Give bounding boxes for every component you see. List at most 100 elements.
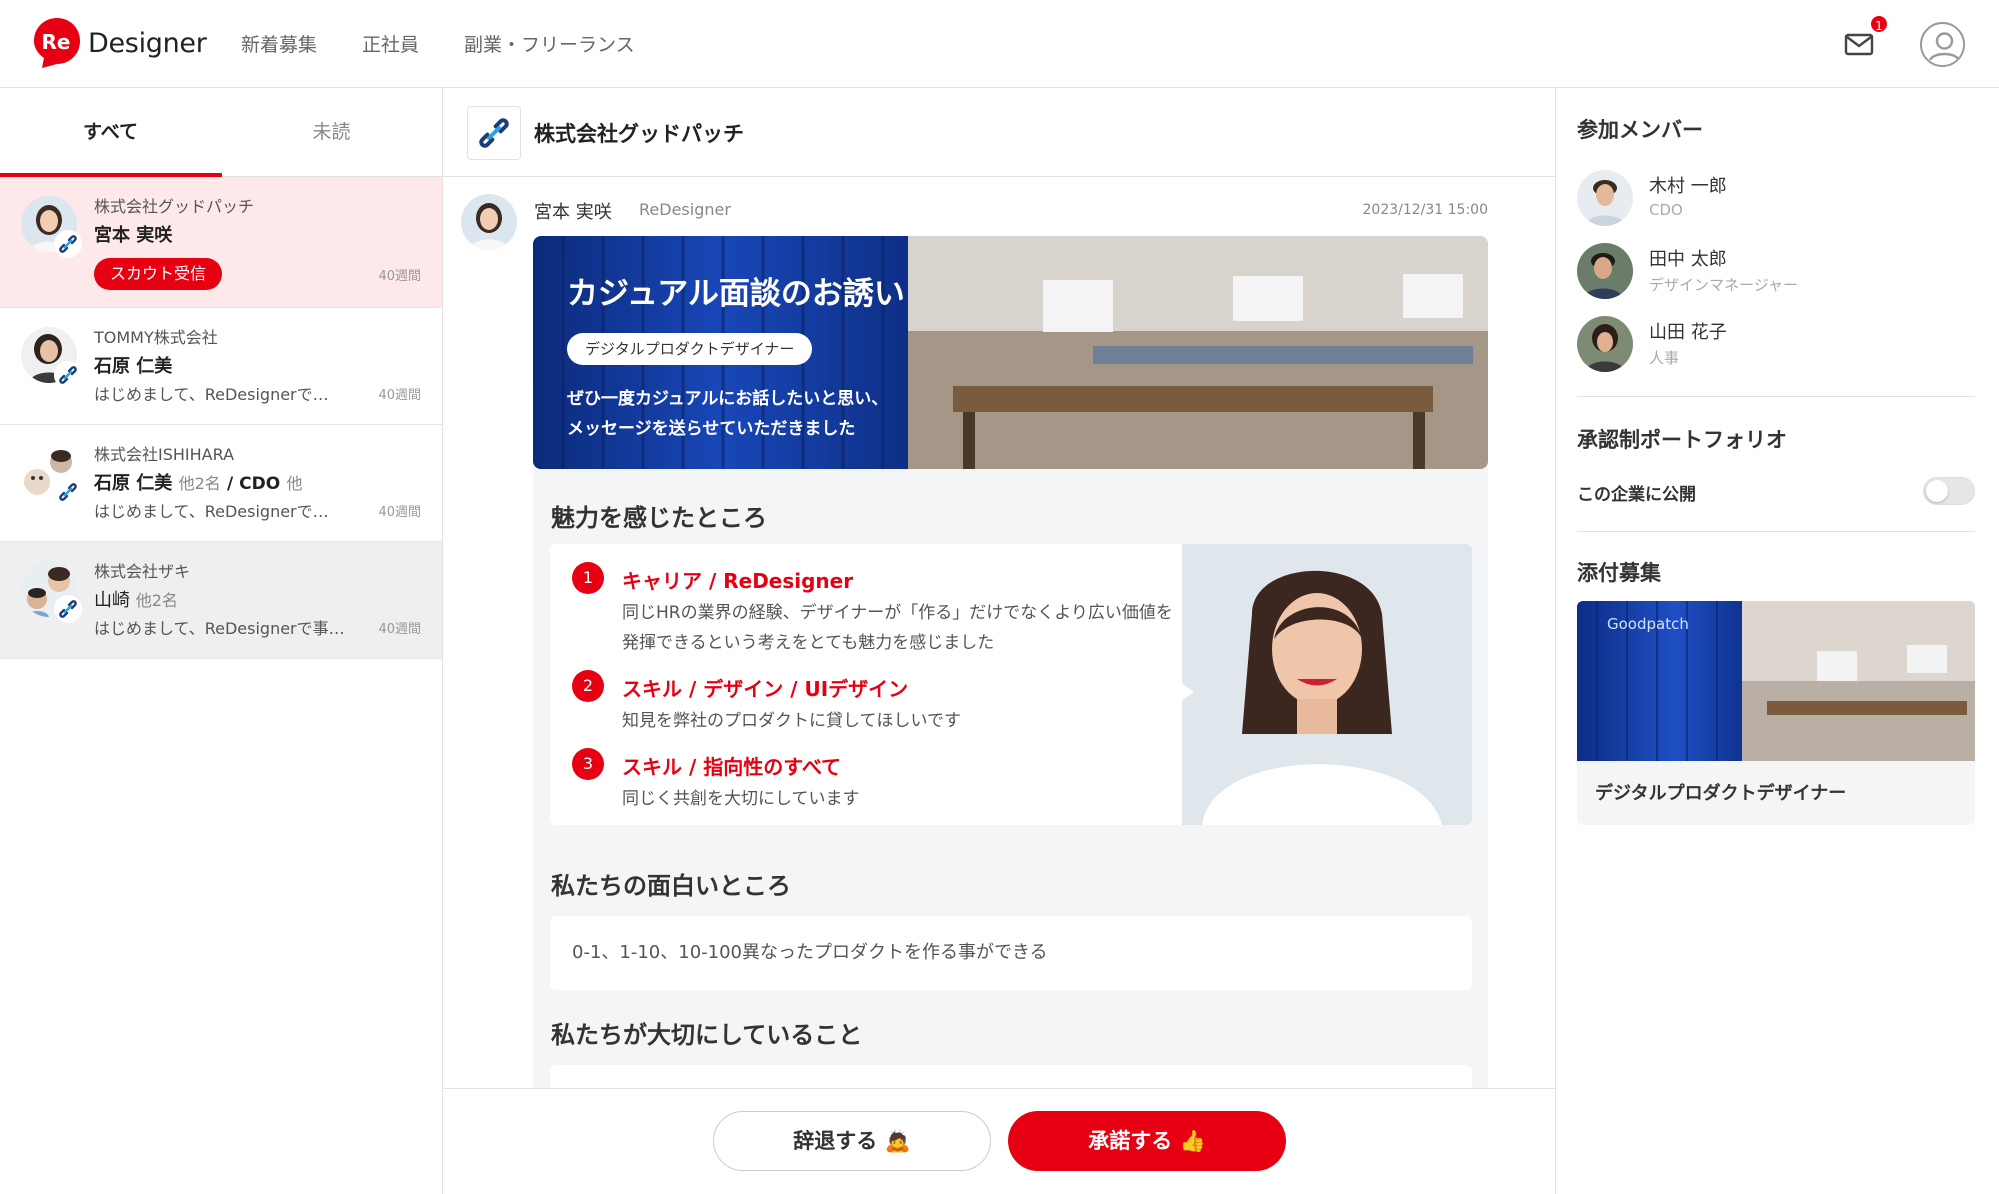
nav-new-postings[interactable]: 新着募集 (241, 30, 317, 57)
logo-text: Designer (88, 27, 207, 59)
company-logo-icon (54, 595, 82, 623)
avatar (1577, 243, 1633, 299)
conversation-sender: 山崎 他2名 (94, 586, 178, 612)
appeal-number: 1 (572, 562, 604, 594)
appeal-description: 同じく共創を大切にしています (622, 789, 860, 809)
mail-icon[interactable] (1843, 29, 1877, 57)
decline-button[interactable]: 辞退する 🙇 (713, 1111, 991, 1171)
member-name: 山田 花子 (1649, 322, 1727, 343)
member-role: CDO (1649, 201, 1683, 219)
avatar (1577, 170, 1633, 226)
office-sign: Goodpatch (1607, 615, 1689, 633)
message-timestamp: 2023/12/31 15:00 (1362, 202, 1489, 218)
pointer-arrow (1180, 682, 1194, 702)
nav-freelance[interactable]: 副業・フリーランス (464, 30, 635, 57)
toggle-knob (1926, 480, 1948, 502)
user-avatar-icon[interactable] (1920, 22, 1965, 67)
conversation-time: 40週間 (378, 388, 421, 403)
conversation-company: TOMMY株式会社 (94, 328, 218, 347)
conversation-item[interactable]: 株式会社グッドパッチ 宮本 実咲 スカウト受信 40週間 (0, 177, 442, 308)
sender-name: 石原 仁美 (94, 473, 173, 494)
notification-badge: 1 (1869, 14, 1889, 34)
portfolio-public-toggle[interactable] (1923, 477, 1975, 505)
company-logo-icon (467, 106, 521, 160)
fun-heading: 私たちの面白いところ (551, 872, 791, 900)
member-name: 木村 一郎 (1649, 176, 1727, 197)
sender-portrait-photo (1182, 544, 1472, 825)
appeal-number: 2 (572, 670, 604, 702)
conversation-preview: はじめまして、ReDesignerで… (94, 502, 329, 521)
conversation-preview: はじめまして、ReDesignerで事… (94, 619, 345, 638)
conversation-sender: 石原 仁美 (94, 356, 173, 377)
company-logo-icon (54, 478, 82, 506)
portfolio-heading: 承認制ポートフォリオ (1577, 428, 1787, 452)
response-bar: 辞退する 🙇 承諾する 👍 (443, 1088, 1555, 1194)
divider (1577, 531, 1975, 532)
attachment-heading: 添付募集 (1577, 561, 1661, 585)
scout-received-badge: スカウト受信 (94, 258, 223, 290)
sender-avatar (461, 194, 517, 250)
banner-message-line: メッセージを送らせていただきました (567, 419, 856, 439)
thread-company-title: 株式会社グッドパッチ (534, 122, 744, 146)
conversation-time: 40週間 (378, 622, 421, 637)
conversation-time: 40週間 (378, 505, 421, 520)
member-role: デザインマネージャー (1649, 276, 1798, 294)
appeal-heading: 魅力を感じたところ (551, 504, 767, 532)
conversation-item[interactable]: 株式会社ISHIHARA 石原 仁美 他2名 / CDO 他 はじめまして、Re… (0, 425, 442, 542)
appeal-description: 同じHRの業界の経験、デザイナーが「作る」だけでなくより広い価値を発揮できるとい… (622, 603, 1173, 653)
conversation-time: 40週間 (378, 269, 421, 284)
tab-unread[interactable]: 未読 (221, 88, 442, 176)
logo-mark-icon: Re (32, 16, 82, 70)
appeal-title: スキル / 指向性のすべて (622, 755, 842, 779)
sender-role: / CDO (227, 474, 281, 494)
logo-mark-text: Re (42, 30, 71, 54)
company-logo-icon (54, 230, 82, 258)
appeal-number: 3 (572, 748, 604, 780)
portfolio-toggle-label: この企業に公開 (1577, 485, 1696, 505)
scout-message-card: カジュアル面談のお誘い デジタルプロダクトデザイナー ぜひ一度カジュアルにお話し… (533, 236, 1488, 1176)
appeal-box: 1 キャリア / ReDesigner 同じHRの業界の経験、デザイナーが「作る… (550, 544, 1472, 825)
divider (1577, 396, 1975, 397)
attached-posting-card[interactable]: Goodpatch デジタルプロダクトデザイナー (1577, 601, 1975, 825)
fun-text: 0-1、1-10、10-100異なったプロダクトを作る事ができる (550, 916, 1472, 990)
main-nav: 新着募集 正社員 副業・フリーランス (241, 30, 635, 57)
banner-message-line: ぜひ一度カジュアルにお話したいと思い、 (567, 389, 889, 409)
sender-role-suffix: 他 (286, 474, 303, 493)
nav-full-time[interactable]: 正社員 (362, 30, 419, 57)
details-panel: 参加メンバー 木村 一郎 CDO 田中 太郎 デザインマネージャー 山田 花子 … (1555, 88, 1999, 1194)
posting-office-photo: Goodpatch (1577, 601, 1975, 761)
attached-posting-title: デジタルプロダクトデザイナー (1595, 783, 1847, 804)
conversation-company: 株式会社ザキ (94, 562, 191, 581)
company-logo-icon (54, 361, 82, 389)
casual-interview-banner: カジュアル面談のお誘い デジタルプロダクトデザイナー ぜひ一度カジュアルにお話し… (533, 236, 1488, 469)
members-heading: 参加メンバー (1577, 118, 1703, 142)
avatar (1577, 316, 1633, 372)
appeal-description: 知見を弊社のプロダクトに貸してほしいです (622, 711, 961, 731)
sender-name: 宮本 実咲 (534, 202, 612, 223)
tab-all[interactable]: すべて (0, 88, 221, 176)
banner-title: カジュアル面談のお誘い (567, 276, 905, 312)
conversation-preview: はじめまして、ReDesignerで… (94, 385, 329, 404)
conversation-sender: 石原 仁美 他2名 / CDO 他 (94, 469, 303, 495)
member-name: 田中 太郎 (1649, 249, 1727, 270)
conversation-sender: 宮本 実咲 (94, 225, 173, 246)
appeal-title: スキル / デザイン / UIデザイン (622, 677, 909, 701)
appeal-title: キャリア / ReDesigner (622, 569, 854, 593)
thread-header: 株式会社グッドパッチ (443, 88, 1555, 177)
conversation-sidebar: すべて 未読 株式会社グッドパッチ 宮本 実咲 スカウト受信 40週間 TOMM… (0, 88, 443, 1194)
sender-others: 他2名 (135, 591, 178, 610)
top-header: Re Designer 新着募集 正社員 副業・フリーランス 1 (0, 0, 1999, 88)
conversation-company: 株式会社グッドパッチ (94, 197, 255, 216)
message-thread: 株式会社グッドパッチ 宮本 実咲 ReDesigner 2023/12/31 1… (443, 88, 1555, 1194)
sender-others: 他2名 (178, 474, 221, 493)
redesigner-logo[interactable]: Re Designer (32, 16, 207, 70)
conversation-company: 株式会社ISHIHARA (94, 445, 235, 464)
member-role: 人事 (1649, 349, 1680, 367)
position-pill: デジタルプロダクトデザイナー (567, 333, 813, 365)
sender-organization: ReDesigner (639, 200, 731, 219)
conversation-item[interactable]: TOMMY株式会社 石原 仁美 はじめまして、ReDesignerで… 40週間 (0, 308, 442, 425)
conversation-item[interactable]: 株式会社ザキ 山崎 他2名 はじめまして、ReDesignerで事… 40週間 (0, 542, 442, 659)
accept-button[interactable]: 承諾する 👍 (1008, 1111, 1286, 1171)
sender-name: 山崎 (94, 590, 130, 611)
value-heading: 私たちが大切にしていること (551, 1021, 863, 1049)
